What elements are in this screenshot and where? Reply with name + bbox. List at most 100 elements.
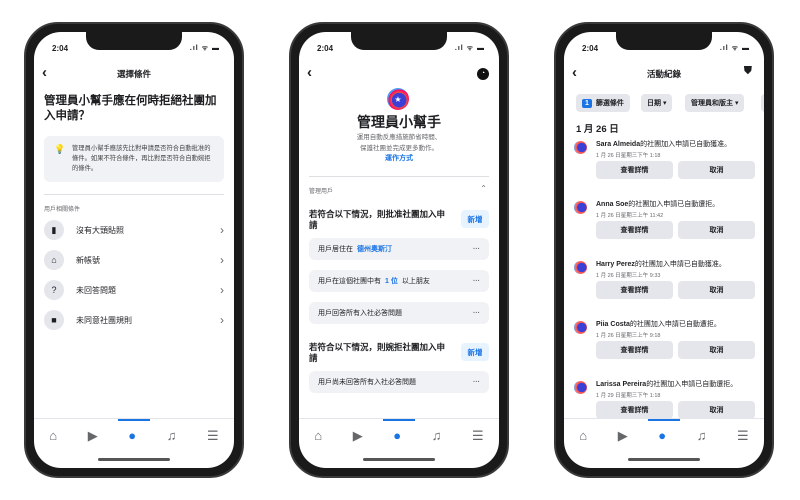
- view-details-button[interactable]: 查看詳情: [596, 221, 673, 239]
- groups-icon[interactable]: ●: [648, 419, 680, 443]
- add-decline-rule-button[interactable]: 新增: [461, 343, 489, 361]
- question-icon: ?: [44, 280, 64, 300]
- rules-book-icon: ■: [44, 310, 64, 330]
- item-label: 沒有大頭貼照: [76, 225, 124, 235]
- chevron-right-icon: ›: [220, 283, 224, 297]
- chip-label: 篩選條件: [595, 100, 624, 107]
- decline-heading: 若符合以下情況，則婉拒社團加入申請: [309, 342, 446, 363]
- description-line: 保護社團並完成更多動作。: [360, 145, 438, 152]
- cake-icon: ⌂: [44, 250, 64, 270]
- bell-icon[interactable]: ♫: [167, 428, 177, 443]
- activity-entry: Piia Costa的社團加入申請已自動遭拒。 1 月 26 日星期三上午 9:…: [574, 319, 756, 371]
- home-indicator: [628, 458, 700, 461]
- cancel-button[interactable]: 取消: [678, 401, 755, 419]
- clock-icon[interactable]: ◔: [477, 68, 489, 80]
- filter-chip[interactable]: 1 篩選條件: [576, 94, 630, 112]
- rule-value[interactable]: 1 位: [385, 276, 398, 286]
- status-icons: .ıl ᯤ ▬: [189, 45, 220, 52]
- bell-icon[interactable]: ♫: [697, 428, 707, 443]
- entry-message: 的社團加入申請已自動獲准。: [640, 141, 732, 148]
- view-details-button[interactable]: 查看詳情: [596, 161, 673, 179]
- more-icon[interactable]: ···: [473, 379, 480, 386]
- header-title: 活動紀錄: [646, 69, 681, 79]
- approve-rule-questions[interactable]: 用戶回答所有入社必答問題 ···: [309, 302, 489, 324]
- rule-text: 用戶在這個社團中有: [318, 278, 381, 285]
- status-icons: .ıl ᯤ ▬: [719, 45, 750, 52]
- home-indicator: [363, 458, 435, 461]
- bottom-nav: ⌂ ▶ ● ♫ ☰: [564, 418, 764, 452]
- condition-new-account[interactable]: ⌂ 新帳號 ›: [44, 247, 224, 273]
- divider: [309, 176, 489, 177]
- condition-rules-not-agreed[interactable]: ■ 未同意社團規則 ›: [44, 307, 224, 333]
- status-time: 2:04: [317, 44, 334, 53]
- video-icon[interactable]: ▶: [618, 428, 628, 444]
- notch: [616, 32, 712, 50]
- groups-icon[interactable]: ●: [383, 419, 415, 443]
- activity-entry: Sara Almeida的社團加入申請已自動獲准。 1 月 26 日星期三下午 …: [574, 139, 756, 191]
- notch: [86, 32, 182, 50]
- entry-message: 的社團加入申請已自動遭拒。: [646, 381, 738, 388]
- notch: [351, 32, 447, 50]
- date-chip[interactable]: 日期 ▾: [641, 94, 673, 112]
- info-box: 💡 管理員小幫手應該先比對申請是否符合自動批准的條件。如果不符合條件，再比對是否…: [44, 136, 224, 182]
- admin-assist-logo-icon: [574, 201, 587, 214]
- entry-message: 的社團加入申請已自動遭拒。: [629, 321, 721, 328]
- chevron-right-icon: ›: [220, 223, 224, 237]
- phone-activity-log: 2:04 .ıl ᯤ ▬ ‹ 活動紀錄 ⛊ 1 篩選條件 日期 ▾ 管理員和版主 …: [554, 22, 774, 478]
- menu-icon[interactable]: ☰: [472, 428, 484, 444]
- more-icon[interactable]: ···: [473, 278, 480, 285]
- entry-time: 1 月 29 日星期三下午 1:18: [596, 393, 661, 399]
- shield-icon[interactable]: ⛊: [744, 65, 752, 78]
- how-it-works-link[interactable]: 運作方式: [299, 153, 499, 163]
- video-icon[interactable]: ▶: [353, 428, 363, 444]
- more-chip[interactable]: [761, 94, 764, 112]
- groups-icon[interactable]: ●: [118, 419, 150, 443]
- entry-time: 1 月 26 日星期三上午 9:18: [596, 333, 661, 339]
- back-button[interactable]: ‹: [307, 64, 312, 81]
- decline-rule-questions[interactable]: 用戶尚未回答所有入社必答問題 ···: [309, 371, 489, 393]
- chevron-up-icon[interactable]: ⌃: [480, 184, 487, 193]
- view-details-button[interactable]: 查看詳情: [596, 281, 673, 299]
- approve-rule-friends[interactable]: 用戶在這個社團中有 1 位以上朋友 ···: [309, 270, 489, 292]
- home-icon[interactable]: ⌂: [49, 428, 57, 443]
- cancel-button[interactable]: 取消: [678, 281, 755, 299]
- rule-text: 以上朋友: [401, 278, 430, 285]
- entry-time: 1 月 26 日星期三上午 11:42: [596, 213, 664, 219]
- home-icon[interactable]: ⌂: [314, 428, 322, 443]
- cancel-button[interactable]: 取消: [678, 161, 755, 179]
- chevron-right-icon: ›: [220, 253, 224, 267]
- bell-icon[interactable]: ♫: [432, 428, 442, 443]
- lightbulb-icon: 💡: [54, 144, 66, 154]
- home-icon[interactable]: ⌂: [579, 428, 587, 443]
- entry-time: 1 月 26 日星期三下午 1:18: [596, 153, 661, 159]
- view-details-button[interactable]: 查看詳情: [596, 341, 673, 359]
- cancel-button[interactable]: 取消: [678, 221, 755, 239]
- entry-message: 的社團加入申請已自動獲准。: [634, 261, 726, 268]
- video-icon[interactable]: ▶: [88, 428, 98, 444]
- page-title: 管理員小幫手應在何時拒絕社團加入申請？: [44, 95, 217, 122]
- view-details-button[interactable]: 查看詳情: [596, 401, 673, 419]
- admin-assist-logo-icon: [574, 141, 587, 154]
- more-icon[interactable]: ···: [473, 310, 480, 317]
- description-line: 運用自動反應措施節省時間、: [356, 134, 442, 141]
- date-heading: 1 月 26 日: [576, 124, 619, 135]
- rule-value[interactable]: 德州奧斯汀: [357, 244, 392, 254]
- more-icon[interactable]: ···: [473, 246, 480, 253]
- status-time: 2:04: [52, 44, 69, 53]
- approve-rule-location[interactable]: 用戶居住在 德州奧斯汀 ···: [309, 238, 489, 260]
- condition-no-profile-photo[interactable]: ▮ 沒有大頭貼照 ›: [44, 217, 224, 243]
- member-name: Anna Soe: [596, 201, 629, 208]
- bottom-nav: ⌂ ▶ ● ♫ ☰: [34, 418, 234, 452]
- admins-chip[interactable]: 管理員和版主 ▾: [685, 94, 745, 112]
- activity-entry: Anna Soe的社團加入申請已自動遭拒。 1 月 26 日星期三上午 11:4…: [574, 199, 756, 251]
- item-label: 未回答問題: [76, 285, 116, 295]
- divider: [44, 194, 224, 195]
- menu-icon[interactable]: ☰: [737, 428, 749, 444]
- menu-icon[interactable]: ☰: [207, 428, 219, 444]
- cancel-button[interactable]: 取消: [678, 341, 755, 359]
- member-name: Larissa Pereira: [596, 381, 647, 388]
- rule-text: 用戶尚未回答所有入社必答問題: [318, 379, 416, 386]
- condition-unanswered-questions[interactable]: ? 未回答問題 ›: [44, 277, 224, 303]
- admin-assist-logo-icon: [574, 381, 587, 394]
- add-approve-rule-button[interactable]: 新增: [461, 210, 489, 228]
